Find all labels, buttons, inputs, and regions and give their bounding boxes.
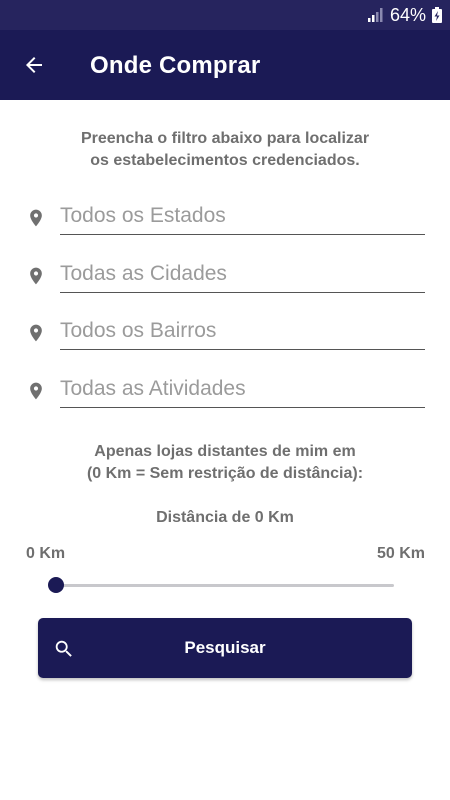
slider-thumb[interactable]: [48, 577, 64, 593]
distance-instructions-line2: (0 Km = Sem restrição de distância):: [86, 465, 364, 482]
location-pin-icon: [30, 382, 42, 400]
slider-track[interactable]: [56, 584, 394, 587]
battery-charging-icon: [432, 7, 442, 23]
arrow-left-icon: [26, 57, 42, 73]
filter-instructions: Preencha o filtro abaixo para localizar …: [40, 128, 410, 172]
neighborhood-filter-row: [26, 313, 426, 353]
back-button[interactable]: [14, 45, 54, 85]
search-button[interactable]: Pesquisar: [38, 618, 412, 678]
status-bar: 64%: [0, 0, 450, 30]
page-title: Onde Comprar: [90, 52, 261, 79]
neighborhood-select[interactable]: [60, 313, 425, 350]
signal-bars-icon: [367, 8, 383, 22]
location-pin-icon: [30, 209, 42, 227]
filter-instructions-line2: os estabelecimentos credenciados.: [90, 152, 360, 169]
city-select[interactable]: [60, 256, 425, 293]
distance-instructions-line1: Apenas lojas distantes de mim em: [94, 443, 356, 460]
state-select[interactable]: [60, 198, 425, 235]
filter-instructions-line1: Preencha o filtro abaixo para localizar: [80, 130, 370, 147]
activity-select[interactable]: [60, 371, 425, 408]
distance-max-label: 50 Km: [376, 545, 425, 562]
app-bar: Onde Comprar: [0, 30, 450, 100]
location-pin-icon: [30, 324, 42, 342]
location-pin-icon: [30, 267, 42, 285]
status-indicators: 64%: [367, 4, 442, 26]
search-button-label: Pesquisar: [184, 638, 266, 657]
distance-min-label: 0 Km: [26, 545, 66, 562]
distance-slider[interactable]: [48, 574, 394, 596]
distance-instructions: Apenas lojas distantes de mim em (0 Km =…: [40, 441, 410, 485]
state-filter-row: [26, 198, 426, 238]
city-filter-row: [26, 256, 426, 296]
battery-percent: 64%: [389, 4, 426, 25]
distance-value-label: Distância de 0 Km: [156, 509, 294, 526]
activity-filter-row: [26, 371, 426, 411]
